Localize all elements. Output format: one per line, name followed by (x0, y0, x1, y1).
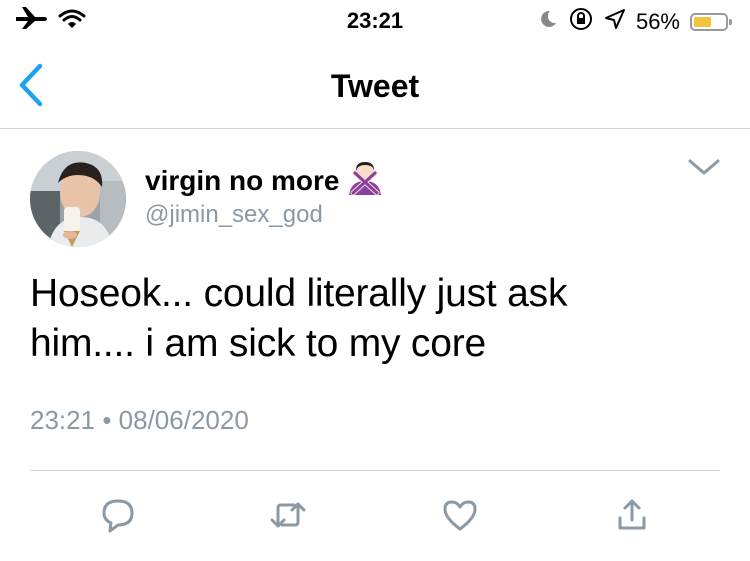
tweet-time: 23:21 (30, 405, 96, 435)
orientation-lock-icon (568, 6, 594, 37)
tweet-text-line: Hoseok... could literally just ask (30, 272, 568, 315)
display-name[interactable]: virgin no more (145, 159, 383, 202)
timestamp-separator: • (102, 405, 112, 435)
battery-percent: 56% (635, 8, 680, 34)
user-handle[interactable]: @jimin_sex_god (145, 201, 323, 229)
like-button[interactable] (440, 491, 480, 539)
avatar[interactable] (30, 151, 126, 247)
avatar-image (30, 151, 126, 247)
action-bar (0, 491, 750, 539)
divider (30, 470, 720, 471)
moon-icon (538, 9, 558, 34)
share-icon (618, 499, 646, 530)
status-bar: 23:21 56% (0, 0, 750, 44)
share-button[interactable] (612, 491, 652, 539)
retweet-icon (270, 502, 306, 528)
chevron-down-icon (688, 159, 720, 175)
more-options-button[interactable] (686, 155, 722, 179)
status-right: 56% (538, 6, 732, 37)
reply-icon (102, 499, 134, 533)
timestamp: 23:21 • 08/06/2020 (30, 405, 249, 436)
tweet-date: 08/06/2020 (118, 405, 249, 435)
reply-button[interactable] (98, 491, 138, 539)
page-title: Tweet (330, 68, 420, 104)
nav-bar: Tweet (0, 44, 750, 129)
heart-icon (443, 500, 477, 531)
tweet-text-line: him.... i am sick to my core (30, 322, 486, 365)
display-name-text: virgin no more (145, 164, 340, 196)
tweet-text: Hoseok... could literally just ask him..… (30, 269, 710, 369)
retweet-button[interactable] (268, 491, 308, 539)
battery-level (694, 16, 712, 27)
battery-tip (729, 18, 732, 25)
battery-icon (690, 12, 732, 31)
location-icon (604, 8, 626, 35)
emoji-icon (347, 159, 383, 202)
